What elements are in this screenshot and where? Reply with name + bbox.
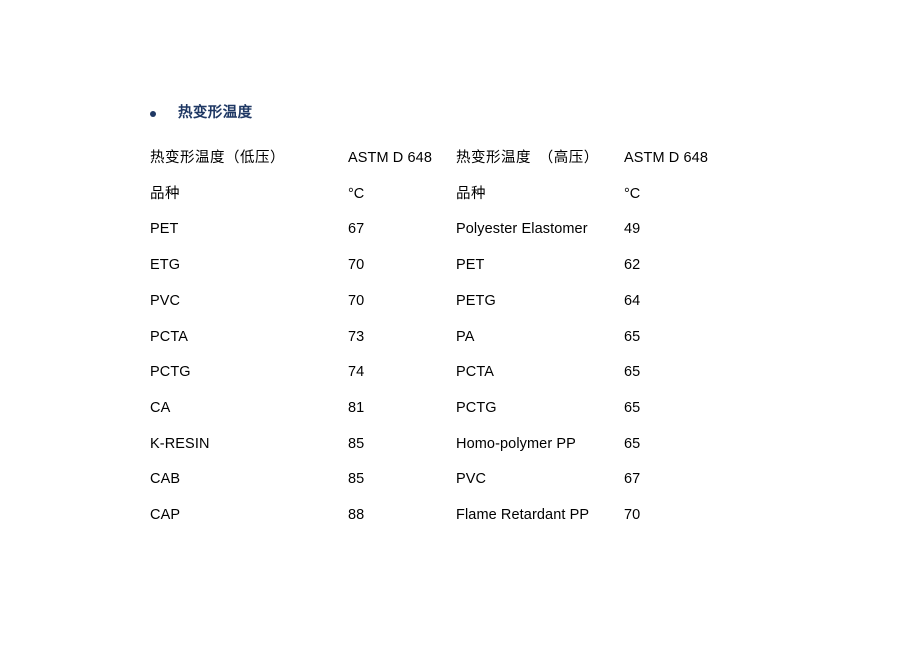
left-material-name: PCTG xyxy=(150,364,191,381)
left-material-value: 81 xyxy=(348,399,365,416)
left-material-value: 67 xyxy=(348,221,365,238)
right-material-value: 64 xyxy=(624,292,641,309)
right-material-value: 67 xyxy=(624,471,641,488)
right-material-name: Flame Retardant PP xyxy=(456,507,590,524)
left-material-name: CA xyxy=(150,399,171,416)
right-material-value: 65 xyxy=(624,399,641,416)
right-column-header-category: 品种 xyxy=(456,185,486,202)
table-row: PVC 70 PETG 64 xyxy=(150,284,870,320)
right-test-standard: ASTM D 648 xyxy=(624,150,708,166)
left-material-name: ETG xyxy=(150,257,181,274)
left-material-name: CAB xyxy=(150,471,181,488)
right-material-name: PVC xyxy=(456,471,487,488)
right-material-name: PET xyxy=(456,257,485,274)
left-column-header-unit: °C xyxy=(348,185,365,202)
document-page: 热变形温度 热变形温度（低压） ASTM D 648 热变形温度 （高压） AS… xyxy=(0,0,920,651)
right-material-value: 65 xyxy=(624,328,641,345)
left-material-value: 85 xyxy=(348,435,365,452)
left-material-value: 74 xyxy=(348,364,365,381)
right-table-title: 热变形温度 （高压） xyxy=(456,150,599,166)
right-material-value: 70 xyxy=(624,507,641,524)
bullet-icon xyxy=(150,110,156,117)
left-material-value: 70 xyxy=(348,292,365,309)
left-column-header-category: 品种 xyxy=(150,185,180,202)
left-material-name: K-RESIN xyxy=(150,435,210,452)
section-heading: 热变形温度 xyxy=(150,106,253,121)
right-material-name: Polyester Elastomer xyxy=(456,221,588,238)
right-material-name: PA xyxy=(456,328,475,345)
right-material-value: 62 xyxy=(624,257,641,274)
left-material-name: PET xyxy=(150,221,179,238)
table-row: CAB 85 PVC 67 xyxy=(150,462,870,498)
table-row: CA 81 PCTG 65 xyxy=(150,391,870,427)
right-material-name: PCTA xyxy=(456,364,494,381)
right-material-name: Homo-polymer PP xyxy=(456,435,576,452)
left-material-value: 73 xyxy=(348,328,365,345)
right-material-name: PETG xyxy=(456,292,496,309)
left-material-value: 85 xyxy=(348,471,365,488)
right-material-value: 49 xyxy=(624,221,641,238)
left-material-name: PCTA xyxy=(150,328,188,345)
right-material-value: 65 xyxy=(624,364,641,381)
table-row: ETG 70 PET 62 xyxy=(150,248,870,284)
table-row: PCTG 74 PCTA 65 xyxy=(150,355,870,391)
table-row: CAP 88 Flame Retardant PP 70 xyxy=(150,498,870,534)
left-table-title: 热变形温度（低压） xyxy=(150,150,285,166)
table-row: PCTA 73 PA 65 xyxy=(150,320,870,356)
left-material-value: 88 xyxy=(348,507,365,524)
right-material-name: PCTG xyxy=(456,399,497,416)
table-body: 热变形温度（低压） ASTM D 648 热变形温度 （高压） ASTM D 6… xyxy=(150,141,870,534)
page-title: 热变形温度 xyxy=(178,105,253,121)
heat-deflection-temperature-table: 热变形温度（低压） ASTM D 648 热变形温度 （高压） ASTM D 6… xyxy=(150,141,870,534)
left-material-value: 70 xyxy=(348,257,365,274)
table-header-row-columns: 品种 °C 品种 °C xyxy=(150,177,870,213)
table-row: PET 67 Polyester Elastomer 49 xyxy=(150,212,870,248)
table-row: K-RESIN 85 Homo-polymer PP 65 xyxy=(150,427,870,463)
right-material-value: 65 xyxy=(624,435,641,452)
left-material-name: CAP xyxy=(150,507,181,524)
table-header-row-standards: 热变形温度（低压） ASTM D 648 热变形温度 （高压） ASTM D 6… xyxy=(150,141,870,177)
left-test-standard: ASTM D 648 xyxy=(348,150,432,166)
right-column-header-unit: °C xyxy=(624,185,641,202)
left-material-name: PVC xyxy=(150,292,181,309)
